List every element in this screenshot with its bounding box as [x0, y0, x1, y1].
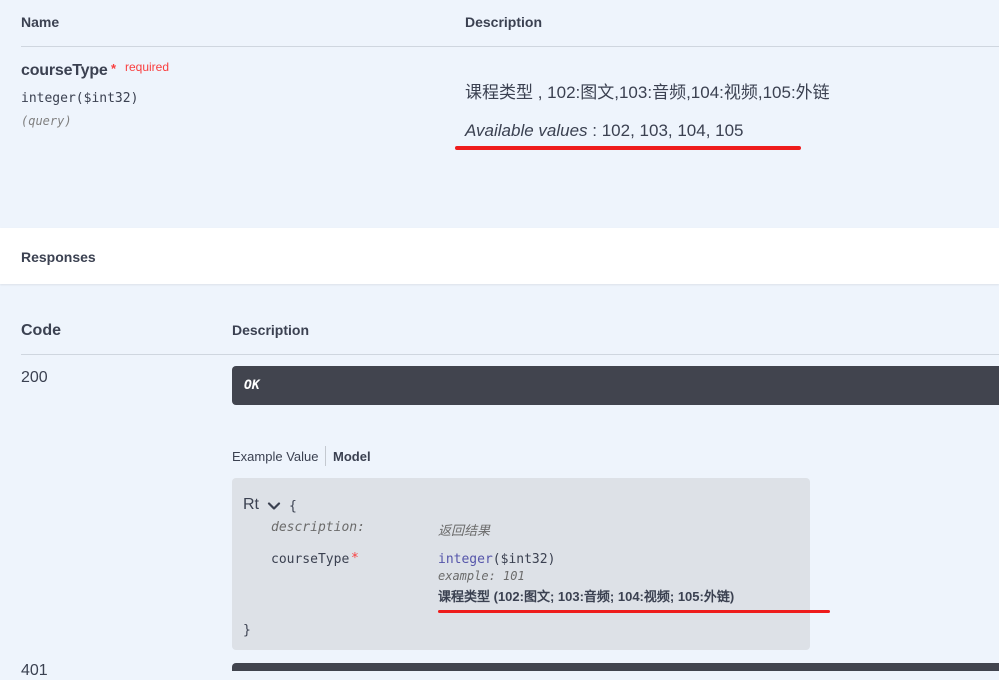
model-close-brace: }	[243, 623, 251, 638]
model-open-brace: {	[289, 499, 297, 514]
model-field-example: example: 101	[438, 569, 525, 583]
response-code-401: 401	[21, 662, 48, 679]
responses-header-description: Description	[232, 322, 310, 338]
annotation-underline-available	[455, 146, 801, 150]
responses-header-code: Code	[21, 322, 61, 339]
tab-divider	[325, 446, 326, 466]
chevron-down-icon[interactable]	[267, 499, 281, 513]
model-name[interactable]: Rt	[243, 496, 259, 514]
response-description-ok: OK	[244, 378, 260, 393]
response-description-bar-next	[232, 663, 999, 671]
param-description: 课程类型 , 102:图文,103:音频,104:视频,105:外链	[465, 83, 830, 102]
model-field-type-format: ($int32)	[492, 552, 556, 567]
available-values-label: Available values	[465, 121, 588, 140]
available-values-separator: :	[587, 121, 602, 140]
responses-title: Responses	[21, 249, 96, 265]
params-header-name: Name	[21, 14, 60, 30]
model-field-type-keyword: integer	[438, 552, 493, 567]
tab-example-value[interactable]: Example Value	[232, 449, 318, 464]
responses-header-divider	[21, 354, 999, 355]
params-header-description: Description	[465, 14, 543, 30]
available-values-list: 102, 103, 104, 105	[601, 121, 744, 140]
model-description-key: description:	[271, 520, 365, 535]
param-type: integer($int32)	[21, 91, 139, 106]
available-values: Available values : 102, 103, 104, 105	[465, 121, 744, 141]
params-header-divider	[21, 46, 999, 47]
model-field-required-star: *	[351, 551, 359, 566]
model-field-note: 课程类型 (102:图文; 103:音频; 104:视频; 105:外链)	[438, 589, 735, 604]
model-field-type: integer($int32)	[438, 552, 555, 567]
param-location: (query)	[21, 114, 72, 128]
model-description-value: 返回结果	[438, 523, 491, 538]
required-star: *	[111, 61, 117, 76]
tab-model[interactable]: Model	[333, 449, 371, 464]
required-label: required	[125, 60, 170, 74]
response-code-200: 200	[21, 369, 48, 386]
response-description-bar	[232, 366, 999, 405]
model-field-coursetype: courseType	[271, 552, 350, 567]
annotation-underline-model	[438, 610, 830, 613]
param-name: courseType	[21, 62, 108, 79]
responses-header-bar	[0, 228, 999, 284]
